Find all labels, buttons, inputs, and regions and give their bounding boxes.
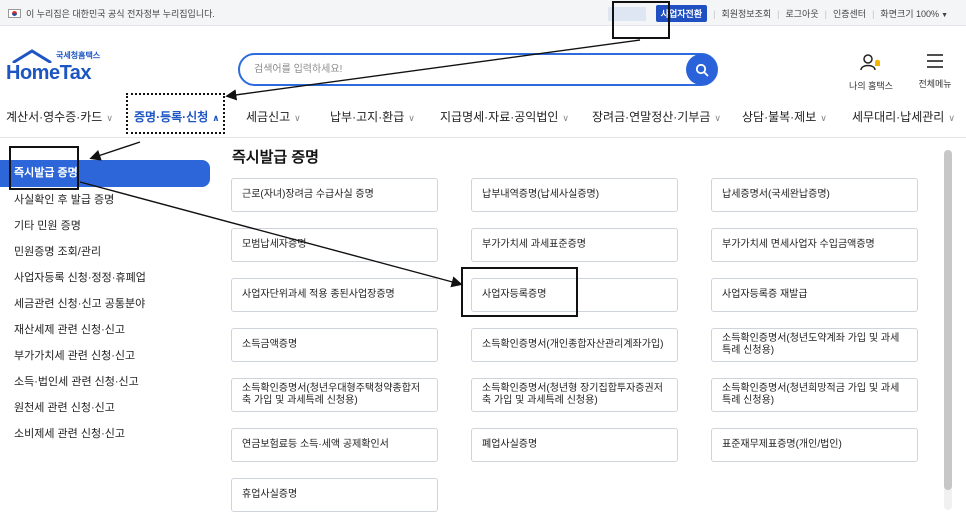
sidebar-item-property-tax[interactable]: 재산세제 관련 신청·신고	[0, 317, 210, 343]
cert-card[interactable]: 소득확인증명서(청년도약계좌 가입 및 과세특례 신청용)	[711, 328, 918, 362]
nav-item-invoice[interactable]: 계산서·영수증·카드 ∨	[6, 108, 113, 125]
hamburger-menu-icon	[927, 54, 943, 68]
logo-text: HomeTax	[6, 62, 92, 84]
cert-card[interactable]: 소득확인증명서(청년희망적금 가입 및 과세특례 신청용)	[711, 378, 918, 412]
search-icon	[695, 63, 708, 76]
my-hometax-button[interactable]: 나의 홈택스	[842, 53, 900, 92]
all-menu-button[interactable]: 전체메뉴	[913, 53, 957, 90]
cert-card[interactable]: 납세증명서(국세완납증명)	[711, 178, 918, 212]
nav-item-payment[interactable]: 납부·고지·환급 ∨	[330, 108, 415, 125]
gov-notice-text: 이 누리집은 대한민국 공식 전자정부 누리집입니다.	[26, 9, 215, 19]
nav-item-tax-agent[interactable]: 세무대리·납세관리 ∨	[852, 108, 955, 125]
annotation-box-sidebar	[9, 146, 79, 190]
nav-item-incentives[interactable]: 장려금·연말정산·기부금 ∨	[592, 108, 721, 125]
sidebar-item-consumption-tax[interactable]: 소비제세 관련 신청·신고	[0, 421, 210, 447]
sidebar-item-vat[interactable]: 부가가치세 관련 신청·신고	[0, 343, 210, 369]
cert-card[interactable]: 부가가치세 과세표준증명	[471, 228, 678, 262]
annotation-box-card	[461, 267, 578, 317]
sidebar-item-business-registration[interactable]: 사업자등록 신청·정정·휴폐업	[0, 265, 210, 291]
chevron-down-icon: ∨	[948, 113, 955, 123]
chevron-down-icon: ∨	[294, 113, 301, 123]
sidebar-item-income-corporate[interactable]: 소득·법인세 관련 신청·신고	[0, 369, 210, 395]
gov-topbar: 이 누리집은 대한민국 공식 전자정부 누리집입니다. 사업자전환 | 회원정보…	[0, 0, 966, 26]
cert-card[interactable]: 소득확인증명서(개인종합자산관리계좌가입)	[471, 328, 678, 362]
cert-card[interactable]: 폐업사실증명	[471, 428, 678, 462]
nav-item-consultation[interactable]: 상담·불복·제보 ∨	[742, 108, 827, 125]
scrollbar-thumb[interactable]	[944, 150, 952, 490]
sidebar-item-cert-lookup[interactable]: 민원증명 조회/관리	[0, 239, 210, 265]
cert-card[interactable]: 소득확인증명서(청년형 장기집합투자증권저축 가입 및 과세특례 신청용)	[471, 378, 678, 412]
vertical-scrollbar[interactable]	[944, 150, 952, 510]
chevron-down-icon: ∨	[106, 113, 113, 123]
annotation-box-user	[612, 1, 670, 39]
chevron-down-icon: ▼	[941, 12, 948, 19]
all-menu-label: 전체메뉴	[918, 79, 952, 89]
nav-item-tax-filing[interactable]: 세금신고 ∨	[246, 108, 301, 125]
chevron-down-icon: ∨	[408, 113, 415, 123]
cert-card[interactable]: 표준재무제표증명(개인/법인)	[711, 428, 918, 462]
cert-card[interactable]: 휴업사실증명	[231, 478, 438, 512]
sidebar: 즉시발급 증명 사실확인 후 발급 증명 기타 민원 증명 민원증명 조회/관리…	[0, 160, 210, 447]
page-title: 즉시발급 증명	[232, 149, 319, 166]
search-input[interactable]	[254, 55, 674, 84]
chevron-down-icon: ∨	[820, 113, 827, 123]
sidebar-item-verified-cert[interactable]: 사실확인 후 발급 증명	[0, 187, 210, 213]
korea-flag-icon	[8, 9, 21, 18]
sidebar-item-tax-common[interactable]: 세금관련 신청·신고 공통분야	[0, 291, 210, 317]
cert-card[interactable]: 소득금액증명	[231, 328, 438, 362]
cert-card[interactable]: 근로(자녀)장려금 수급사실 증명	[231, 178, 438, 212]
screen-size-label: 화면크기 100%	[880, 9, 940, 19]
cert-card[interactable]: 납부내역증명(납세사실증명)	[471, 178, 678, 212]
logout-link[interactable]: 로그아웃	[785, 7, 818, 20]
house-roof-icon	[12, 49, 52, 63]
cert-card[interactable]: 소득확인증명서(청년우대형주택청약종합저축 가입 및 과세특례 신청용)	[231, 378, 438, 412]
user-bell-icon	[860, 54, 880, 71]
cert-center-link[interactable]: 인증센터	[833, 7, 866, 20]
cert-card[interactable]: 사업자등록증 재발급	[711, 278, 918, 312]
chevron-down-icon: ∨	[562, 113, 569, 123]
cert-card[interactable]: 모범납세자증명	[231, 228, 438, 262]
gov-notice: 이 누리집은 대한민국 공식 전자정부 누리집입니다.	[8, 7, 215, 20]
member-info-link[interactable]: 회원정보조회	[721, 7, 771, 20]
cert-card[interactable]: 사업자단위과세 적용 종된사업장증명	[231, 278, 438, 312]
sidebar-item-withholding[interactable]: 원천세 관련 신청·신고	[0, 395, 210, 421]
search-bar	[238, 53, 718, 86]
chevron-down-icon: ∨	[714, 113, 721, 123]
sidebar-item-other-cert[interactable]: 기타 민원 증명	[0, 213, 210, 239]
my-hometax-label: 나의 홈택스	[849, 81, 893, 91]
annotation-dotted-box-nav	[126, 93, 225, 134]
nav-item-statements[interactable]: 지급명세·자료·공익법인 ∨	[440, 108, 569, 125]
search-button[interactable]	[686, 54, 717, 85]
screen-size-dropdown[interactable]: 화면크기 100% ▼	[880, 7, 948, 20]
cert-card[interactable]: 연금보험료등 소득·세액 공제확인서	[231, 428, 438, 462]
cert-card[interactable]: 부가가치세 면세사업자 수입금액증명	[711, 228, 918, 262]
logo-subtitle: 국세청홈택스	[56, 51, 101, 60]
